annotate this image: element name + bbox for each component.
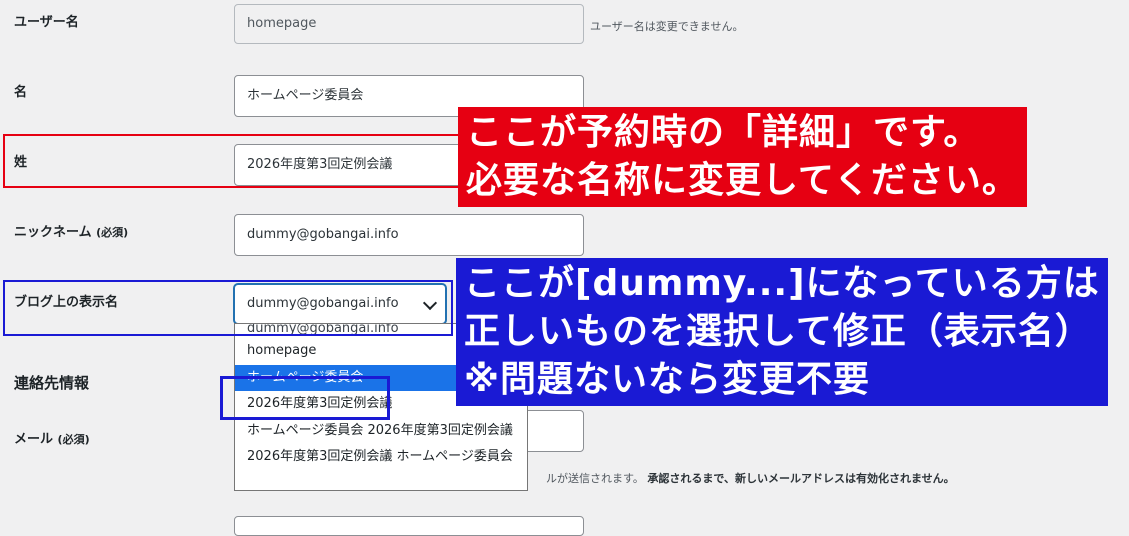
username-hint: ユーザー名は変更できません。 <box>590 20 744 33</box>
email-label-text: メール <box>14 432 54 447</box>
nickname-field[interactable]: dummy@gobangai.info <box>234 214 584 256</box>
blue-annotation: ここが[dummy...]になっている方は 正しいものを選択して修正（表示名） … <box>456 258 1108 406</box>
required-mark: (必須) <box>96 226 129 239</box>
next-field[interactable] <box>234 516 584 536</box>
required-mark: (必須) <box>57 433 90 446</box>
email-label: メール (必須) <box>14 428 90 447</box>
red-annotation-line1: ここが予約時の「詳細」です。 <box>466 112 981 153</box>
dropdown-option[interactable]: 2026年度第3回定例会議 ホームページ委員会 <box>235 444 527 471</box>
display-name-highlight-box <box>3 280 453 336</box>
blue-annotation-line3: ※問題ないなら変更不要 <box>464 359 870 400</box>
email-hint-text: ルが送信されます。 <box>546 472 644 485</box>
red-annotation: ここが予約時の「詳細」です。 必要な名称に変更してください。 <box>458 107 1027 207</box>
red-annotation-line2: 必要な名称に変更してください。 <box>466 160 1019 201</box>
dropdown-option[interactable]: ホームページ委員会 2026年度第3回定例会議 <box>235 418 527 445</box>
selected-option-highlight-box <box>220 376 390 420</box>
contact-info-heading: 連絡先情報 <box>14 374 90 392</box>
first-name-label: 名 <box>14 85 28 100</box>
blue-annotation-line1: ここが[dummy...]になっている方は <box>464 263 1100 304</box>
username-label: ユーザー名 <box>14 15 79 30</box>
nickname-label: ニックネーム (必須) <box>14 221 128 240</box>
email-hint-bold: 承認されるまで、新しいメールアドレスは有効化されません。 <box>647 472 955 485</box>
username-field: homepage <box>234 4 584 44</box>
nickname-label-text: ニックネーム <box>14 225 92 240</box>
email-hint: ルが送信されます。 承認されるまで、新しいメールアドレスは有効化されません。 <box>546 470 955 486</box>
blue-annotation-line2: 正しいものを選択して修正（表示名） <box>464 311 1092 352</box>
